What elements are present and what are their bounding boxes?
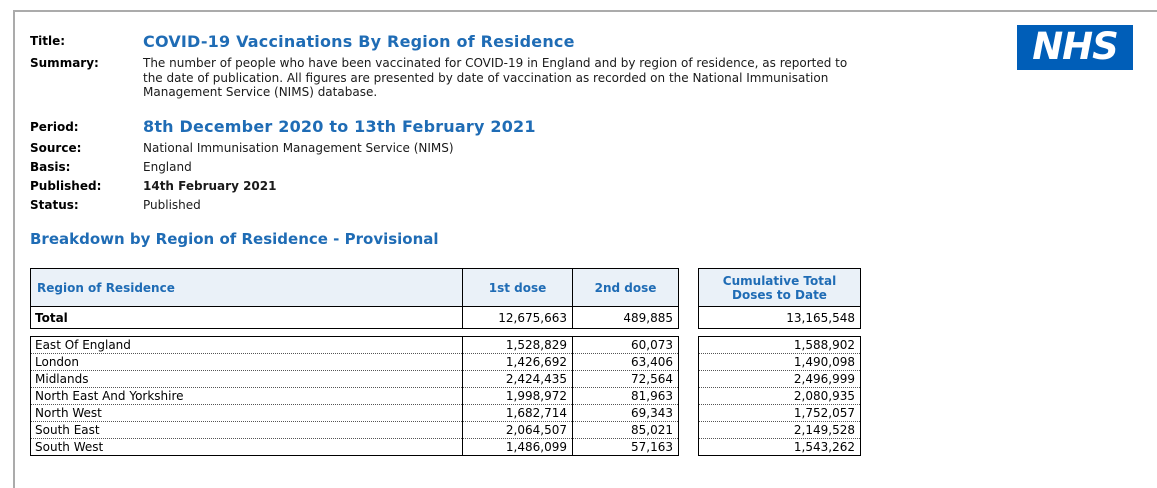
dose1-cell: 1,528,829 bbox=[462, 336, 573, 354]
region-cell: Midlands bbox=[30, 370, 463, 388]
dose2-cell: 63,406 bbox=[572, 353, 679, 371]
dose1-cell: 1,682,714 bbox=[462, 404, 573, 422]
total-dose1-cell: 12,675,663 bbox=[462, 306, 573, 329]
total-cumulative-cell: 13,165,548 bbox=[698, 306, 861, 329]
section-heading: Breakdown by Region of Residence - Provi… bbox=[30, 230, 439, 248]
region-cell: South East bbox=[30, 421, 463, 439]
title-label: Title: bbox=[30, 34, 66, 48]
region-cell: East Of England bbox=[30, 336, 463, 354]
dose2-cell: 72,564 bbox=[572, 370, 679, 388]
region-cell: North West bbox=[30, 404, 463, 422]
total-row: Total 12,675,663 489,885 bbox=[30, 306, 679, 329]
table-row: 1,543,262 bbox=[699, 439, 861, 456]
region-cell: London bbox=[30, 353, 463, 371]
basis-value: England bbox=[143, 160, 192, 174]
period-label: Period: bbox=[30, 120, 79, 134]
dose2-cell: 69,343 bbox=[572, 404, 679, 422]
table-row: 2,080,935 bbox=[698, 387, 861, 405]
dose1-cell: 1,426,692 bbox=[462, 353, 573, 371]
totals-table: Region of Residence 1st dose 2nd dose To… bbox=[30, 268, 679, 329]
cumulative-cell: 1,543,262 bbox=[793, 440, 855, 454]
dose1-cell: 2,424,435 bbox=[462, 370, 573, 388]
total-dose2-cell: 489,885 bbox=[572, 306, 679, 329]
dose2-cell: 57,163 bbox=[631, 440, 673, 454]
page-title: COVID-19 Vaccinations By Region of Resid… bbox=[143, 32, 575, 51]
cumulative-cell: 2,080,935 bbox=[698, 387, 861, 405]
dose2-column-header: 2nd dose bbox=[572, 268, 679, 307]
cumulative-totals-table: Cumulative Total Doses to Date 13,165,54… bbox=[698, 268, 861, 329]
table-row: North West 1,682,714 69,343 bbox=[30, 404, 679, 422]
table-row: 1,752,057 bbox=[698, 404, 861, 422]
table-row: London 1,426,692 63,406 bbox=[30, 353, 679, 371]
total-label: Total bbox=[30, 306, 463, 329]
published-value: 14th February 2021 bbox=[143, 179, 277, 193]
cumulative-regions-table: 1,588,902 1,490,098 2,496,999 2,080,935 … bbox=[698, 336, 861, 456]
table-row: 2,149,528 bbox=[698, 421, 861, 439]
region-cell: South West bbox=[30, 438, 463, 456]
dose1-column-header: 1st dose bbox=[462, 268, 573, 307]
dose2-cell: 85,021 bbox=[572, 421, 679, 439]
cumulative-header-line2: Doses to Date bbox=[732, 287, 827, 302]
table-row: East Of England 1,528,829 60,073 bbox=[30, 336, 679, 354]
dose1-cell: 2,064,507 bbox=[462, 421, 573, 439]
cumulative-cell: 1,752,057 bbox=[698, 404, 861, 422]
period-value: 8th December 2020 to 13th February 2021 bbox=[143, 117, 536, 136]
regions-table: East Of England 1,528,829 60,073 London … bbox=[30, 336, 679, 456]
cumulative-total-row: 13,165,548 bbox=[698, 306, 861, 329]
table-row: 1,490,098 bbox=[698, 353, 861, 371]
dose2-cell: 81,963 bbox=[572, 387, 679, 405]
table-row: 1,588,902 bbox=[698, 336, 861, 354]
cumulative-header-line1: Cumulative Total bbox=[722, 273, 837, 288]
cumulative-cell: 1,490,098 bbox=[698, 353, 861, 371]
region-cell: North East And Yorkshire bbox=[30, 387, 463, 405]
source-label: Source: bbox=[30, 141, 82, 155]
table-row: 2,496,999 bbox=[698, 370, 861, 388]
basis-label: Basis: bbox=[30, 160, 71, 174]
cumulative-header-row: Cumulative Total Doses to Date bbox=[698, 268, 861, 307]
region-column-header: Region of Residence bbox=[30, 268, 463, 307]
published-label: Published: bbox=[30, 179, 102, 193]
table-row: South East 2,064,507 85,021 bbox=[30, 421, 679, 439]
table-row: South West 1,486,099 57,163 bbox=[30, 438, 679, 456]
summary-label: Summary: bbox=[30, 56, 99, 70]
table-row: Midlands 2,424,435 72,564 bbox=[30, 370, 679, 388]
table-row: North East And Yorkshire 1,998,972 81,96… bbox=[30, 387, 679, 405]
cumulative-cell: 2,149,528 bbox=[698, 421, 861, 439]
dose1-cell: 1,486,099 bbox=[462, 438, 573, 456]
dose1-cell: 1,998,972 bbox=[462, 387, 573, 405]
cumulative-cell: 2,496,999 bbox=[698, 370, 861, 388]
cumulative-column-header: Cumulative Total Doses to Date bbox=[698, 268, 861, 307]
status-label: Status: bbox=[30, 198, 79, 212]
source-value: National Immunisation Management Service… bbox=[143, 141, 454, 155]
dose2-cell: 60,073 bbox=[572, 336, 679, 354]
status-value: Published bbox=[143, 198, 201, 212]
nhs-logo: NHS bbox=[1017, 25, 1133, 70]
table-header-row: Region of Residence 1st dose 2nd dose bbox=[30, 268, 679, 307]
summary-text: The number of people who have been vacci… bbox=[143, 56, 848, 100]
cumulative-cell: 1,588,902 bbox=[698, 336, 861, 354]
